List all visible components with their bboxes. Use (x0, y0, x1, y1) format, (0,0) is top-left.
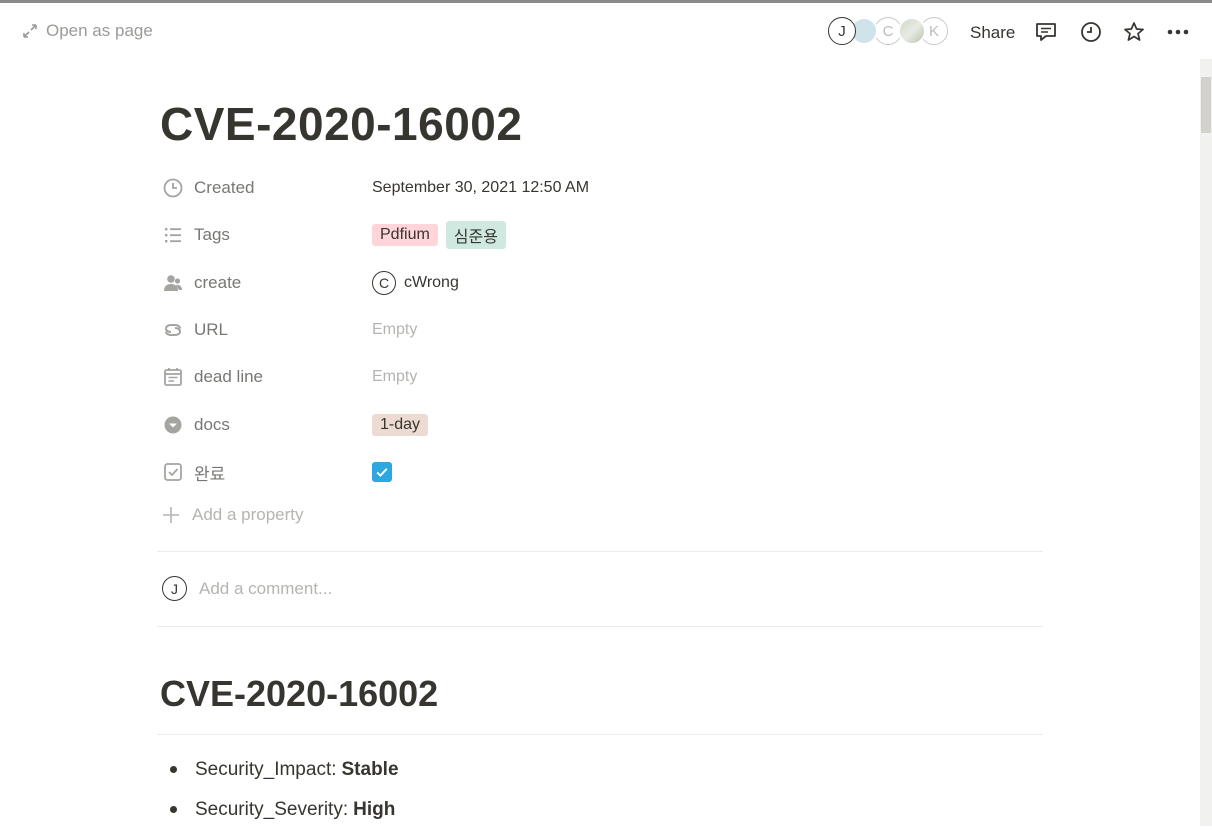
avatar-j[interactable]: J (828, 17, 856, 45)
label-text: docs (194, 415, 230, 434)
property-docs: docs 1-day (162, 407, 1042, 443)
clock-icon (1081, 22, 1101, 42)
content-heading[interactable]: CVE-2020-16002 (160, 672, 438, 716)
property-create-label[interactable]: create (162, 265, 352, 301)
property-deadline: dead line Empty (162, 359, 1042, 395)
comment-avatar: J (162, 576, 187, 601)
updates-button[interactable] (1079, 20, 1103, 44)
checkmark-icon (376, 468, 388, 477)
tag-author[interactable]: 심준용 (445, 221, 506, 249)
tag-pdfium[interactable]: Pdfium (372, 224, 438, 246)
done-checkbox[interactable] (372, 462, 392, 482)
property-tags-label[interactable]: Tags (162, 217, 352, 253)
person-avatar: C (372, 271, 396, 295)
divider (157, 626, 1043, 627)
bullet-value: Stable (341, 759, 399, 780)
property-tags-value[interactable]: Pdfium 심준용 (372, 217, 514, 253)
select-chevron-icon (164, 416, 182, 434)
list-item[interactable]: Security_Impact: Stable (170, 750, 399, 790)
scrollbar-thumb[interactable] (1201, 77, 1211, 133)
add-property-button[interactable]: Add a property (162, 505, 304, 525)
property-docs-label[interactable]: docs (162, 407, 352, 443)
plus-icon (163, 507, 179, 523)
bullet-label: Security_Impact: (195, 759, 337, 780)
comment-icon (1036, 23, 1056, 41)
label-text: URL (194, 320, 229, 339)
bullet-list: Security_Impact: Stable Security_Severit… (170, 750, 399, 830)
property-create: create C cWrong (162, 265, 1042, 301)
property-deadline-value[interactable]: Empty (372, 359, 417, 395)
page-title[interactable]: CVE-2020-16002 (160, 95, 522, 153)
property-done-value (372, 454, 392, 490)
property-deadline-label[interactable]: dead line (162, 359, 352, 395)
more-options-button[interactable] (1166, 20, 1190, 44)
label-text: Created (194, 178, 255, 197)
tag-1-day[interactable]: 1-day (372, 414, 429, 436)
vertical-scrollbar[interactable] (1200, 59, 1212, 826)
property-done-label[interactable]: 완료 (162, 454, 352, 490)
property-create-value[interactable]: C cWrong (372, 265, 459, 301)
checkbox-icon (164, 463, 182, 481)
star-icon (1124, 22, 1144, 41)
property-created-value: September 30, 2021 12:50 AM (372, 179, 590, 196)
open-as-page-button[interactable]: Open as page (22, 21, 153, 41)
favorite-button[interactable] (1122, 20, 1146, 44)
calendar-icon (164, 368, 182, 386)
comment-input[interactable]: Add a comment... (199, 579, 332, 599)
property-url-value[interactable]: Empty (372, 312, 417, 348)
property-url-label[interactable]: URL (162, 312, 352, 348)
more-dots-icon (1167, 29, 1189, 35)
property-created-label[interactable]: Created (162, 170, 352, 206)
open-as-page-label: Open as page (46, 21, 153, 40)
clock-icon (163, 178, 183, 198)
avatar-photo-2[interactable] (898, 17, 926, 45)
property-created: Created September 30, 2021 12:50 AM (162, 170, 1042, 206)
label-text: 완료 (194, 464, 226, 484)
property-done: 완료 (162, 454, 1042, 490)
label-text: Tags (194, 225, 230, 244)
list-item[interactable]: Security_Severity: High (170, 790, 399, 830)
property-url: URL Empty (162, 312, 1042, 348)
add-property-label: Add a property (192, 505, 304, 524)
expand-diagonal-icon (23, 24, 37, 38)
comments-button[interactable] (1034, 20, 1058, 44)
label-text: create (194, 273, 242, 292)
person-icon (164, 275, 182, 291)
comment-box[interactable]: J Add a comment... (162, 576, 332, 601)
heading-divider (157, 734, 1043, 735)
share-button[interactable]: Share (970, 23, 1015, 43)
top-bar: Open as page J C K Share (0, 3, 1212, 59)
bullet-value: High (353, 799, 396, 820)
list-icon (165, 228, 181, 243)
bullet-label: Security_Severity: (195, 799, 349, 820)
link-icon (164, 324, 182, 336)
property-docs-value[interactable]: 1-day (372, 407, 436, 443)
person-name: cWrong (404, 274, 459, 291)
collaborator-avatars[interactable]: J C K (828, 17, 952, 49)
label-text: dead line (194, 367, 264, 386)
divider (157, 551, 1043, 552)
property-tags: Tags Pdfium 심준용 (162, 217, 1042, 253)
